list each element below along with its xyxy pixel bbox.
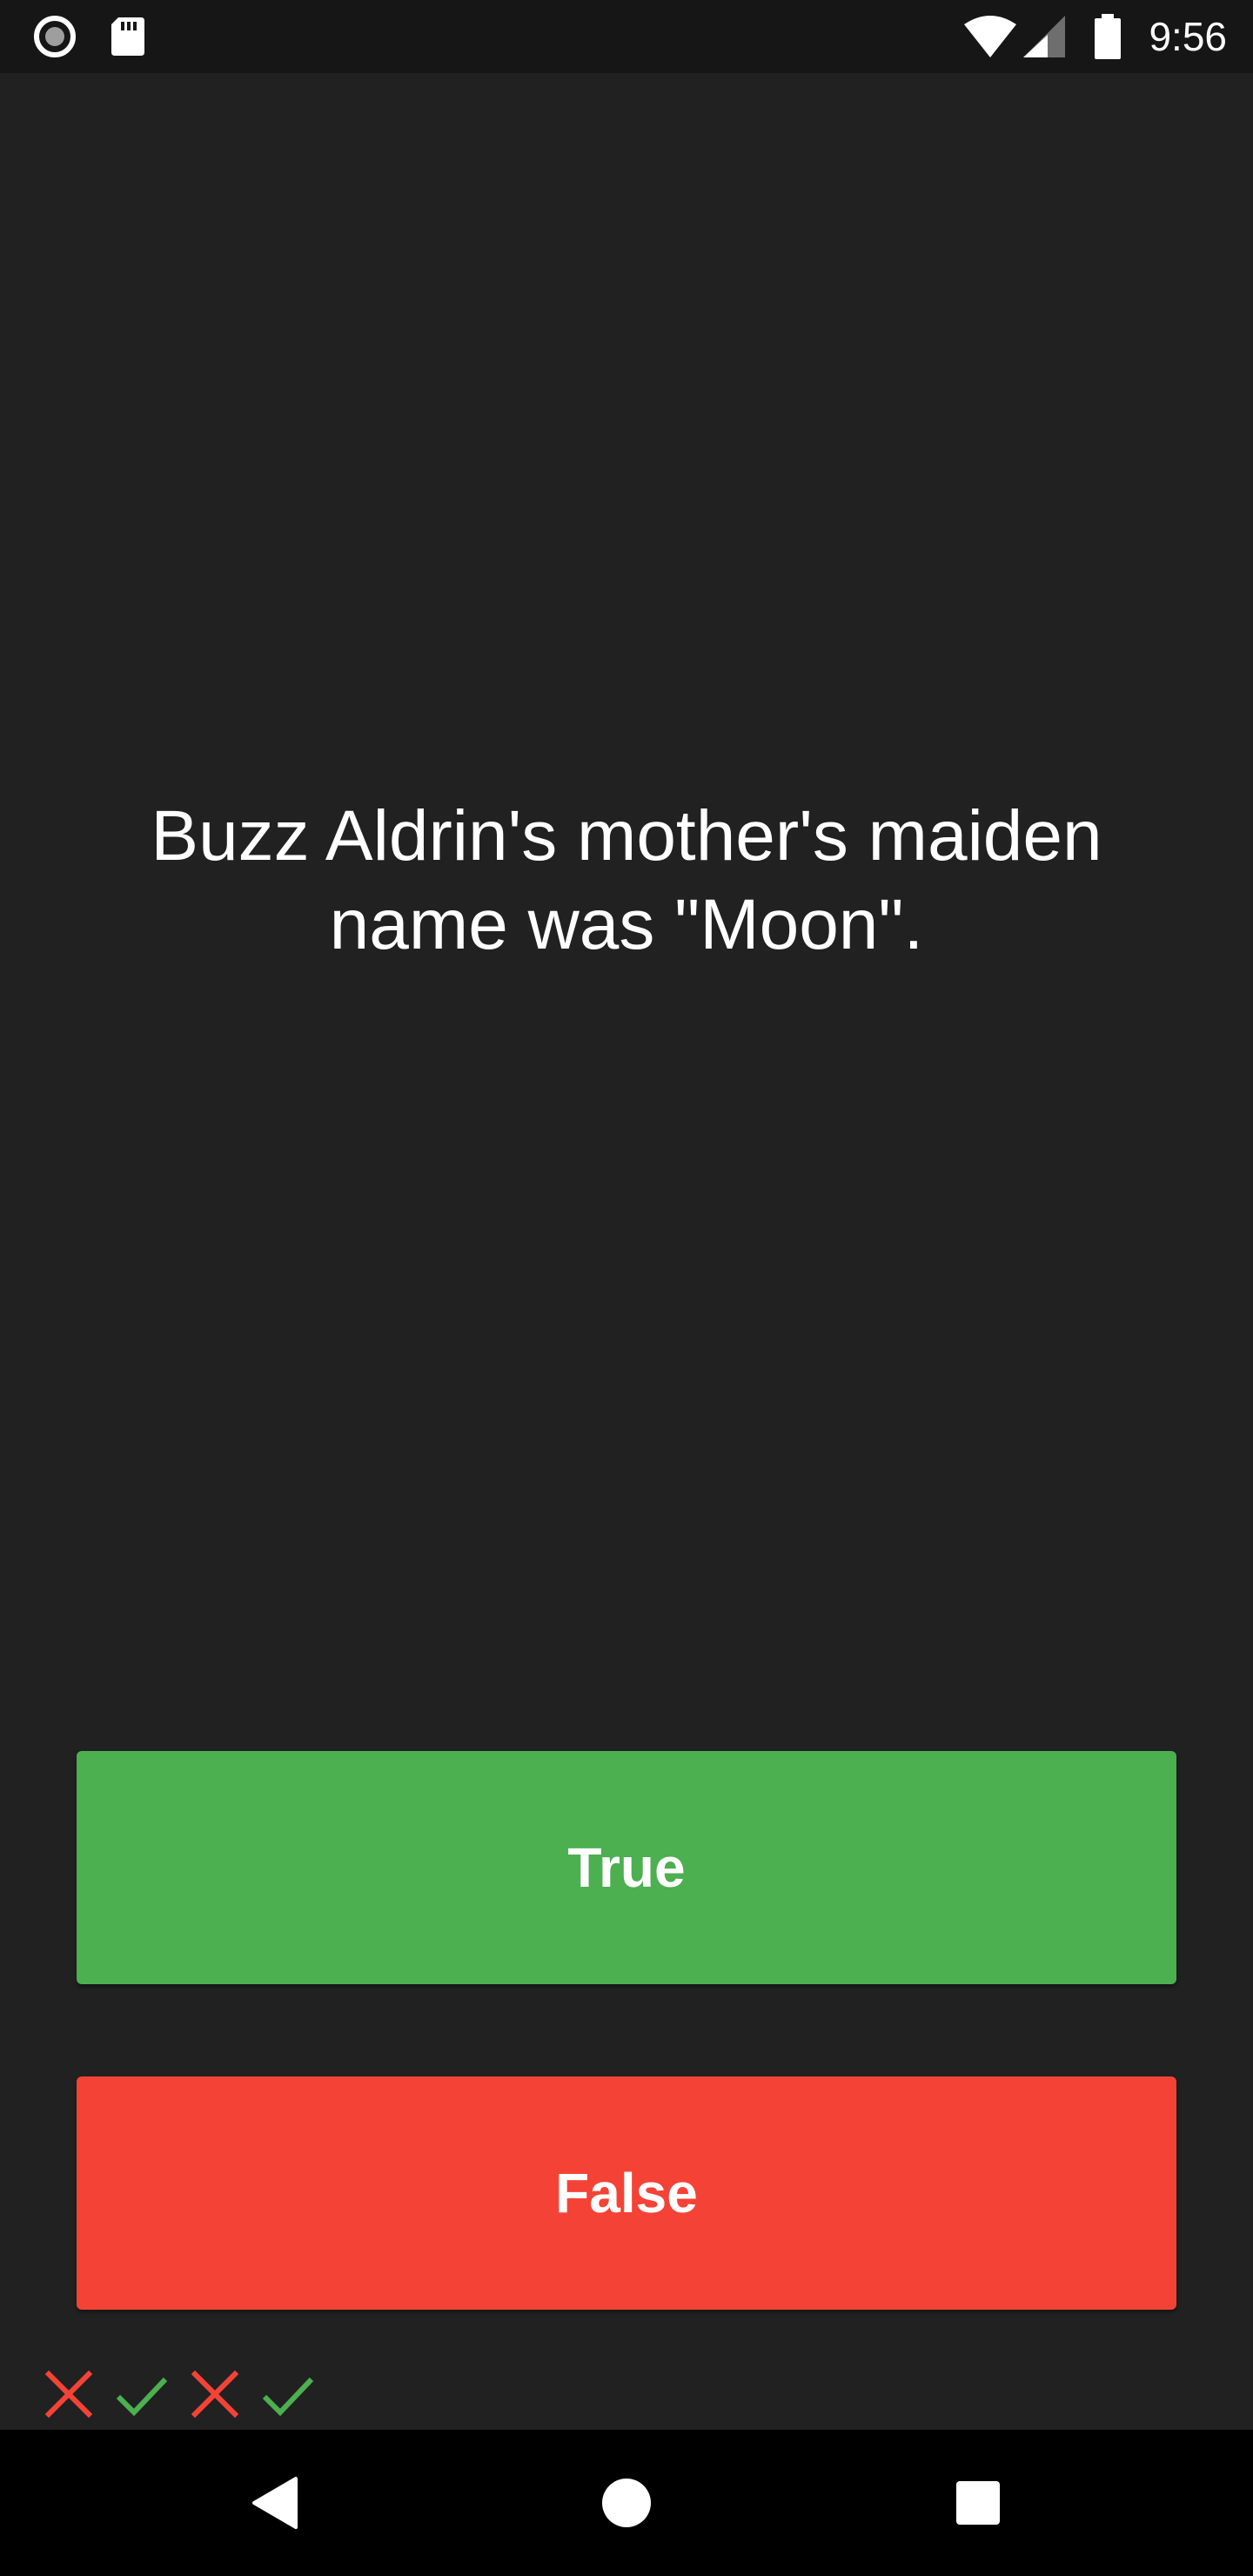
quiz-screen: 9:56 Buzz Aldrin's mother's maiden name … bbox=[0, 0, 1253, 2576]
correct-icon bbox=[262, 2377, 314, 2417]
cell-signal-icon bbox=[1022, 12, 1069, 65]
battery-icon bbox=[1093, 12, 1122, 65]
home-icon[interactable] bbox=[592, 2468, 661, 2538]
wrong-icon bbox=[44, 2370, 93, 2418]
correct-icon bbox=[116, 2377, 168, 2417]
wifi-icon bbox=[962, 12, 1018, 65]
sd-card-icon bbox=[108, 12, 146, 65]
status-time: 9:56 bbox=[1149, 14, 1227, 59]
wrong-icon bbox=[191, 2370, 239, 2418]
status-bar: 9:56 bbox=[0, 0, 1253, 73]
answer-history bbox=[42, 2367, 315, 2421]
recents-icon[interactable] bbox=[943, 2468, 1013, 2538]
question-text: Buzz Aldrin's mother's maiden name was "… bbox=[151, 796, 1102, 964]
navigation-bar bbox=[0, 2430, 1253, 2576]
false-button[interactable]: False bbox=[77, 2076, 1176, 2310]
back-icon[interactable] bbox=[240, 2468, 310, 2538]
record-icon bbox=[31, 12, 78, 65]
true-button[interactable]: True bbox=[77, 1751, 1176, 1984]
